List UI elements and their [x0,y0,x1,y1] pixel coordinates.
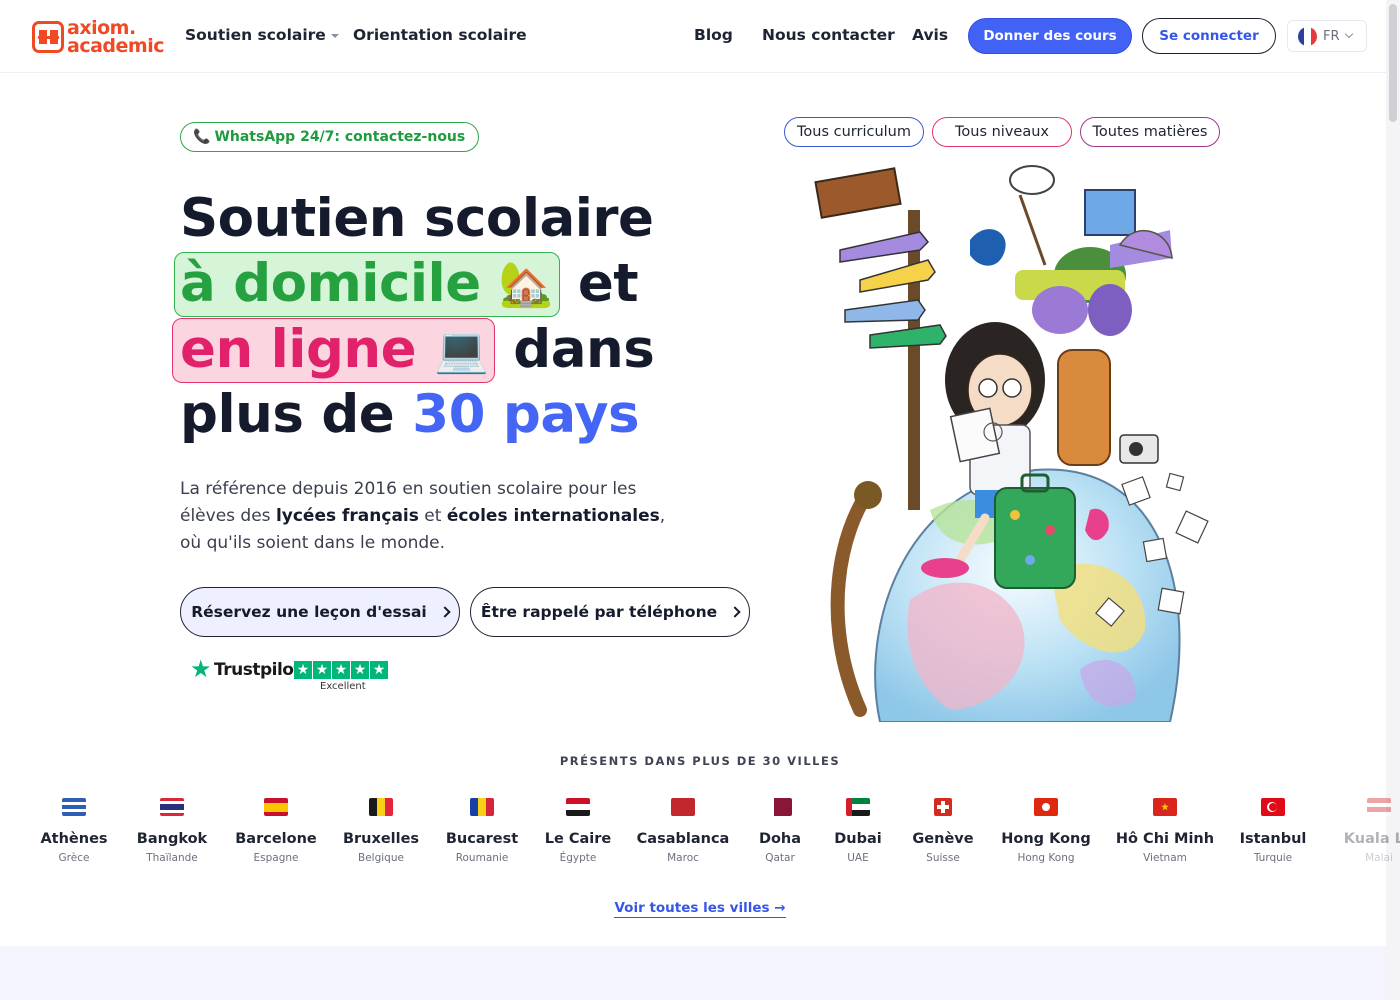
hero-title-plus-de: plus de [180,384,395,445]
logo-text: axiom. academic [67,19,164,57]
nav-contact[interactable]: Nous contacter [762,26,895,44]
trustpilot-rating-stars: ★ ★ ★ ★ ★ [294,661,388,679]
uae-flag-icon [846,798,870,816]
morocco-flag-icon [671,798,695,816]
cities-section-title: PRÉSENTS DANS PLUS DE 30 VILLES [559,754,841,768]
filter-curriculum[interactable]: Tous curriculum [784,117,924,147]
highlight-a-domicile: à domicile 🏡 [174,252,560,317]
highlight-en-ligne-text: en ligne [180,319,417,380]
nav-orientation-scolaire[interactable]: Orientation scolaire [353,26,527,44]
give-lessons-button[interactable]: Donner des cours [968,18,1132,54]
logo-line-2: academic [67,35,164,57]
star-icon: ★ [332,661,350,679]
chevron-down-icon [330,33,339,38]
city-country: Hong Kong [1017,852,1075,864]
egypt-flag-icon [566,798,590,816]
belgium-flag-icon [369,798,393,816]
hero-title-line-3: en ligne 💻 dans [172,318,655,383]
phone-icon: 📞 [193,129,211,145]
hero-illustration [814,165,1209,722]
lead-bold-ecoles: écoles internationales [446,506,660,526]
nav-blog[interactable]: Blog [694,26,733,44]
filter-levels[interactable]: Tous niveaux [932,117,1072,147]
greece-flag-icon [62,798,86,816]
city-name: Hong Kong [1001,831,1091,847]
lead-bold-lycees: lycées français [275,506,419,526]
star-icon: ★ [313,661,331,679]
hero-title-line-4: plus de 30 pays [180,384,640,446]
chevron-right-icon [729,606,741,618]
hero-title-30-pays: 30 pays [412,384,640,445]
city-kuala-lumpur[interactable]: Kuala Lu Malai [1314,798,1400,864]
next-section-band [0,946,1386,1000]
see-all-cities-link[interactable]: Voir toutes les villes → [0,900,1400,918]
city-hong-kong[interactable]: Hong Kong Hong Kong [981,798,1111,864]
whatsapp-badge-label: WhatsApp 24/7: contactez-nous [214,129,466,145]
highlight-a-domicile-text: à domicile [180,253,481,314]
site-header: axiom. academic Soutien scolaire Orienta… [0,0,1400,73]
trustpilot-name: Trustpilot [214,660,302,680]
scrollbar-thumb[interactable] [1389,4,1397,122]
language-selector[interactable]: FR [1287,20,1367,52]
filter-subjects[interactable]: Toutes matières [1080,117,1220,147]
hero-title-line-2: à domicile 🏡 et [174,252,639,317]
romania-flag-icon [470,798,494,816]
chevron-right-icon [439,606,451,618]
hero-title-line-1: Soutien scolaire [180,188,654,249]
trustpilot-star-icon: ★ [190,655,212,683]
turkey-flag-icon [1261,798,1285,816]
highlight-en-ligne: en ligne 💻 [172,318,496,383]
star-icon: ★ [370,661,388,679]
phone-callback-button[interactable]: Être rappelé par téléphone [470,587,750,637]
qatar-flag-icon [768,798,792,816]
book-trial-lesson-button[interactable]: Réservez une leçon d'essai [180,587,460,637]
nav-avis[interactable]: Avis [912,26,948,44]
star-icon: ★ [351,661,369,679]
malaysia-flag-icon [1367,798,1391,816]
nav-soutien-scolaire[interactable]: Soutien scolaire [185,26,339,44]
trustpilot-widget[interactable]: ★ Trustpilot ★ ★ ★ ★ ★ Excellent [190,656,390,692]
nav-soutien-label: Soutien scolaire [185,26,326,44]
thailand-flag-icon [160,798,184,816]
phone-callback-label: Être rappelé par téléphone [480,603,718,621]
city-name: Kuala Lu [1343,831,1400,847]
hero-title-dans: dans [513,319,655,380]
logo-mark-icon [32,21,64,53]
france-flag-icon [1298,26,1317,46]
see-all-cities-label: Voir toutes les villes → [614,900,786,918]
login-button[interactable]: Se connecter [1142,18,1276,54]
spain-flag-icon [264,798,288,816]
hero-title-et: et [577,253,639,314]
house-icon: 🏡 [498,259,554,310]
language-label: FR [1323,28,1340,44]
trustpilot-rating-label: Excellent [320,681,366,692]
city-country: Malai [1365,852,1393,864]
axiom-logo[interactable]: axiom. academic [32,18,164,56]
hero-lead-text: La référence depuis 2016 en soutien scol… [180,476,680,557]
chevron-down-icon [1344,29,1353,39]
lead-part-2: et [424,506,442,526]
whatsapp-contact-badge[interactable]: 📞 WhatsApp 24/7: contactez-nous [180,122,480,152]
vietnam-flag-icon [1153,798,1177,816]
book-trial-label: Réservez une leçon d'essai [191,603,427,621]
star-icon: ★ [294,661,312,679]
laptop-icon: 💻 [434,325,489,376]
switzerland-flag-icon [934,798,952,816]
hong-kong-flag-icon [1034,798,1058,816]
